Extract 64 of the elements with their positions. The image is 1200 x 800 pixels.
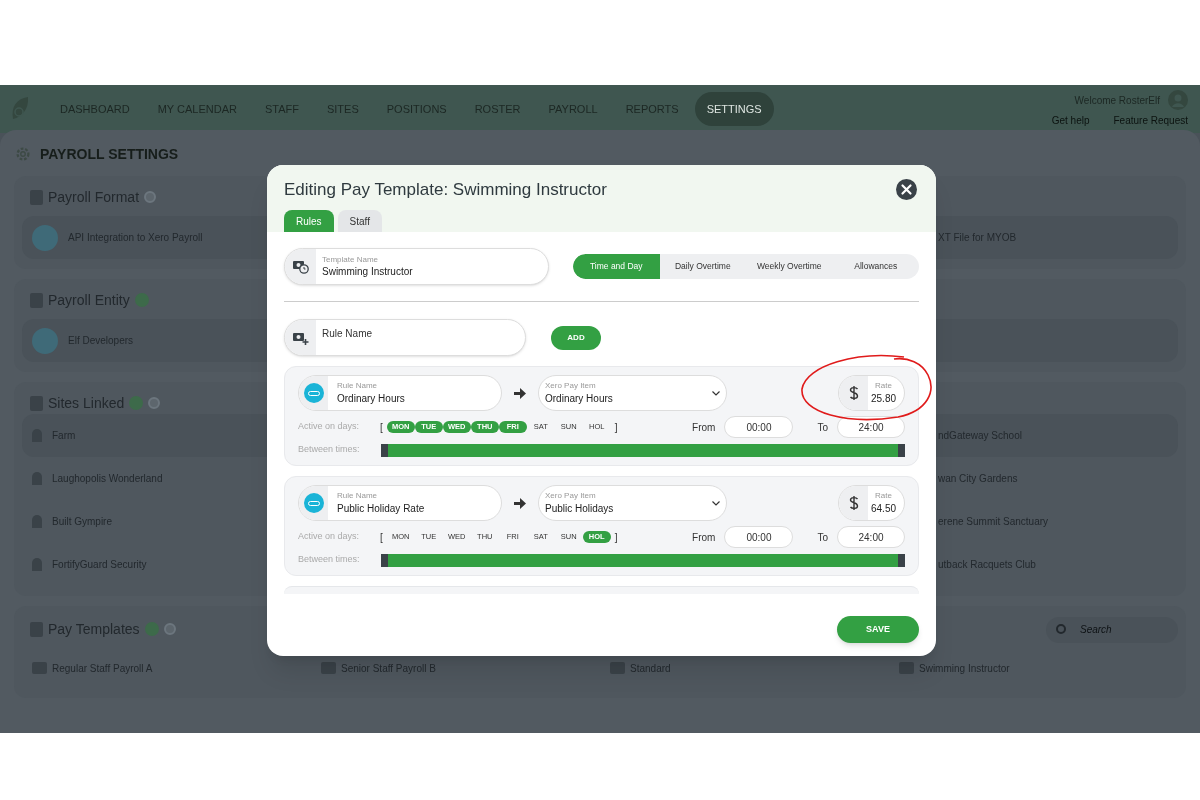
days-label: Active on days:: [298, 530, 361, 544]
chevron-down-icon: [712, 390, 720, 396]
field-label: Rate: [875, 490, 892, 501]
bracket-text: [: [380, 530, 383, 545]
arrow-right-icon: [514, 387, 526, 399]
rule-name-field[interactable]: Rule Name Public Holiday Rate: [298, 485, 502, 521]
rate-field[interactable]: Rate 25.80: [838, 375, 905, 411]
page-title: PAYROLL SETTINGS: [40, 144, 179, 164]
days-label: Active on days:: [298, 420, 361, 434]
bracket-text: ]: [614, 530, 618, 545]
tab[interactable]: Staff: [337, 210, 382, 232]
save-button[interactable]: SAVE: [837, 616, 919, 643]
between-label: Between times:: [298, 553, 361, 567]
between-label: Between times:: [298, 443, 361, 457]
modal-title: Editing Pay Template: Swimming Instructor: [284, 179, 607, 201]
from-label: From: [692, 530, 716, 545]
time-field[interactable]: 24:00: [837, 526, 905, 548]
tab[interactable]: Rules: [284, 210, 334, 232]
nav-item[interactable]: SETTINGS: [694, 91, 774, 127]
field-placeholder: Rule Name: [321, 327, 373, 341]
segment-tab[interactable]: Weekly Overtime: [746, 254, 833, 279]
field-value: 25.80: [871, 391, 897, 406]
segment-tab[interactable]: Allowances: [832, 254, 919, 279]
field-value: Swimming Instructor: [322, 264, 413, 279]
dollar-icon: [839, 486, 868, 520]
to-label: To: [817, 420, 828, 435]
rate-field[interactable]: Rate 64.50: [838, 485, 905, 521]
chevron-down-icon: [712, 500, 720, 506]
field-value: Public Holiday Rate: [337, 501, 425, 516]
field-label: Xero Pay Item: [545, 380, 597, 391]
pay-item-dropdown[interactable]: Xero Pay Item Public Holidays: [538, 485, 727, 521]
field-label: Rule Name: [337, 380, 378, 391]
rule-name-field[interactable]: Rule Name: [284, 319, 526, 356]
bracket-text: [: [380, 420, 383, 435]
help-link[interactable]: Get help: [1051, 113, 1090, 128]
dollar-icon: [839, 376, 868, 410]
field-label: Rate: [875, 380, 892, 391]
segment-tab[interactable]: Daily Overtime: [659, 254, 746, 279]
close-icon[interactable]: [896, 179, 917, 201]
time-range-slider[interactable]: [381, 553, 905, 567]
add-button[interactable]: ADD: [551, 325, 601, 350]
pay-item-dropdown[interactable]: Xero Pay Item Ordinary Hours: [538, 375, 727, 411]
from-label: From: [692, 420, 716, 435]
field-value: Public Holidays: [545, 501, 614, 516]
search-field[interactable]: Search: [1046, 616, 1178, 643]
time-field[interactable]: 00:00: [724, 416, 794, 438]
field-value: Ordinary Hours: [337, 391, 405, 406]
time-field[interactable]: 24:00: [837, 416, 905, 438]
template-name-field[interactable]: Template Name Swimming Instructor: [284, 248, 549, 285]
money-plus-icon: [292, 330, 309, 345]
feature-request-link[interactable]: Feature Request: [1113, 113, 1188, 128]
field-value: Ordinary Hours: [545, 391, 613, 406]
time-field[interactable]: 00:00: [724, 526, 794, 548]
field-label: Template Name: [322, 254, 380, 265]
field-label: Xero Pay Item: [545, 490, 597, 501]
field-label: Rule Name: [337, 490, 378, 501]
bracket-text: ]: [614, 420, 618, 435]
time-range-slider[interactable]: [381, 443, 905, 457]
arrow-right-icon: [514, 497, 526, 509]
rule-name-field[interactable]: Rule Name Ordinary Hours: [298, 375, 502, 411]
settings-icon: [14, 145, 32, 163]
segment-tab[interactable]: Time and Day: [573, 254, 660, 279]
field-value: 64.50: [871, 501, 897, 516]
to-label: To: [817, 530, 828, 545]
